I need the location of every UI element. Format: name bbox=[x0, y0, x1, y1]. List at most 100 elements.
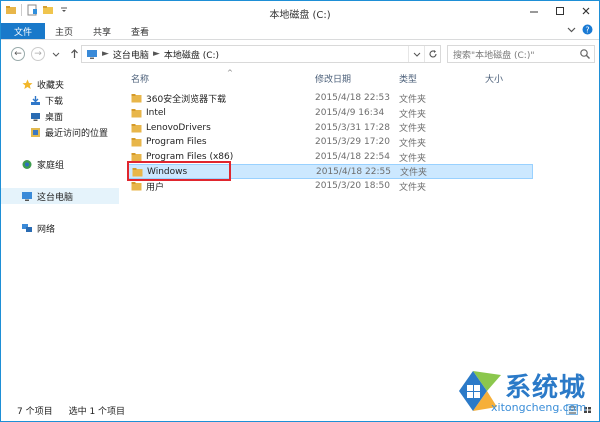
help-icon[interactable]: ? bbox=[582, 24, 593, 38]
navigation-pane: 收藏夹 下载 桌面 最近访问的位置 家庭组 这台电脑 网络 bbox=[1, 67, 119, 399]
minimize-button[interactable] bbox=[521, 1, 547, 21]
chevron-down-icon bbox=[413, 52, 420, 57]
computer-icon bbox=[87, 49, 97, 59]
column-header-type[interactable]: 类型 bbox=[399, 70, 417, 86]
file-type: 文件夹 bbox=[399, 124, 427, 135]
watermark-url: xitongcheng.com bbox=[491, 401, 587, 414]
forward-button[interactable]: → bbox=[29, 45, 47, 63]
folder-icon bbox=[131, 109, 142, 118]
nav-favorites[interactable]: 收藏夹 bbox=[1, 76, 119, 92]
column-header-date[interactable]: 修改日期 bbox=[315, 70, 351, 86]
back-button[interactable]: ← bbox=[9, 45, 27, 63]
homegroup-icon bbox=[21, 158, 33, 170]
table-row[interactable]: LenovoDrivers 2015/3/31 17:28 文件夹 bbox=[127, 120, 597, 135]
file-name: Intel bbox=[146, 108, 166, 119]
file-type: 文件夹 bbox=[399, 182, 427, 193]
file-name: 360安全浏览器下载 bbox=[146, 94, 227, 105]
column-header-name[interactable]: 名称 ^ bbox=[131, 69, 233, 86]
nav-homegroup[interactable]: 家庭组 bbox=[1, 156, 119, 172]
recent-locations-button[interactable] bbox=[47, 45, 65, 63]
nav-recent-places[interactable]: 最近访问的位置 bbox=[1, 124, 119, 140]
ribbon-tabs: 文件 主页 共享 查看 ? bbox=[1, 23, 599, 40]
file-date: 2015/3/20 18:50 bbox=[315, 181, 390, 192]
file-date: 2015/4/18 22:55 bbox=[316, 166, 391, 177]
breadcrumb-this-pc[interactable]: 这台电脑 bbox=[113, 48, 149, 61]
item-count: 7 个项目 bbox=[17, 406, 53, 417]
column-header-size[interactable]: 大小 bbox=[485, 70, 503, 86]
file-name-cell: Intel bbox=[131, 108, 166, 118]
address-controls bbox=[408, 46, 440, 62]
sort-ascending-icon: ^ bbox=[227, 69, 233, 77]
explorer-window: 本地磁盘 (C:) 文件 主页 共享 查看 ? ← → ► 这台电脑 ► 本地磁… bbox=[0, 0, 600, 422]
file-name-cell: LenovoDrivers bbox=[131, 123, 211, 133]
nav-downloads[interactable]: 下载 bbox=[1, 92, 119, 108]
forward-arrow-icon: → bbox=[31, 47, 45, 61]
site-watermark: 系统城 xitongcheng.com bbox=[447, 363, 599, 421]
search-box[interactable]: 搜索"本地磁盘 (C:)" bbox=[447, 45, 595, 63]
address-bar[interactable]: ► 这台电脑 ► 本地磁盘 (C:) bbox=[81, 45, 441, 63]
file-date: 2015/4/18 22:53 bbox=[315, 93, 390, 104]
highlight-box bbox=[127, 161, 231, 181]
file-type: 文件夹 bbox=[399, 138, 427, 149]
table-row[interactable]: Intel 2015/4/9 16:34 文件夹 bbox=[127, 106, 597, 121]
refresh-button[interactable] bbox=[424, 46, 440, 62]
watermark-title: 系统城 bbox=[505, 373, 587, 403]
computer-icon bbox=[21, 190, 33, 202]
file-type: 文件夹 bbox=[399, 109, 427, 120]
file-date: 2015/3/31 17:28 bbox=[315, 122, 390, 133]
selection-count: 选中 1 个项目 bbox=[68, 406, 126, 417]
breadcrumb-separator-icon: ► bbox=[102, 49, 109, 59]
file-date: 2015/4/9 16:34 bbox=[315, 108, 385, 119]
folder-icon bbox=[131, 182, 142, 191]
file-date: 2015/4/18 22:54 bbox=[315, 152, 390, 163]
back-arrow-icon: ← bbox=[11, 47, 25, 61]
tab-share[interactable]: 共享 bbox=[83, 23, 121, 39]
ribbon-right-controls: ? bbox=[567, 23, 599, 39]
table-row[interactable]: Program Files 2015/3/29 17:20 文件夹 bbox=[127, 135, 597, 150]
folder-icon bbox=[131, 123, 142, 133]
chevron-down-icon bbox=[52, 52, 60, 57]
file-name: Program Files bbox=[146, 137, 207, 148]
tab-home[interactable]: 主页 bbox=[45, 23, 83, 39]
navigation-bar: ← → ► 这台电脑 ► 本地磁盘 (C:) 搜索"本地磁盘 (C:)" bbox=[1, 41, 599, 67]
folder-icon bbox=[131, 94, 142, 103]
file-name: LenovoDrivers bbox=[146, 122, 211, 133]
up-arrow-icon bbox=[70, 49, 78, 58]
file-list: 名称 ^ 修改日期 类型 大小 360安全浏览器下载 2015/4/18 22:5… bbox=[119, 67, 599, 399]
network-icon bbox=[21, 222, 33, 234]
file-type: 文件夹 bbox=[399, 94, 427, 105]
breadcrumb-separator-icon: ► bbox=[152, 49, 160, 59]
network-group: 网络 bbox=[1, 220, 119, 236]
file-name: 用户 bbox=[146, 182, 165, 193]
nav-this-pc[interactable]: 这台电脑 bbox=[1, 188, 119, 204]
window-title: 本地磁盘 (C:) bbox=[269, 10, 331, 21]
file-name-cell: 用户 bbox=[131, 180, 164, 193]
file-name-cell: Program Files bbox=[131, 137, 207, 147]
nav-desktop[interactable]: 桌面 bbox=[1, 108, 119, 124]
breadcrumb-local-disk[interactable]: 本地磁盘 (C:) bbox=[164, 48, 219, 61]
tab-file[interactable]: 文件 bbox=[1, 23, 45, 39]
window-controls bbox=[521, 1, 599, 21]
file-type: 文件夹 bbox=[399, 153, 427, 164]
search-input[interactable]: 搜索"本地磁盘 (C:)" bbox=[453, 48, 534, 61]
search-icon bbox=[580, 49, 590, 59]
thispc-group: 这台电脑 bbox=[1, 188, 119, 204]
star-icon bbox=[21, 78, 33, 90]
table-row[interactable]: 360安全浏览器下载 2015/4/18 22:53 文件夹 bbox=[127, 91, 597, 106]
homegroup-group: 家庭组 bbox=[1, 156, 119, 172]
expand-ribbon-icon[interactable] bbox=[567, 25, 576, 37]
recent-places-icon bbox=[29, 126, 41, 138]
maximize-button[interactable] bbox=[547, 1, 573, 21]
download-icon bbox=[29, 94, 41, 106]
svg-text:?: ? bbox=[585, 25, 589, 34]
folder-icon bbox=[131, 138, 142, 147]
nav-network[interactable]: 网络 bbox=[1, 220, 119, 236]
table-row[interactable]: 用户 2015/3/20 18:50 文件夹 bbox=[127, 179, 597, 194]
title-bar: 本地磁盘 (C:) bbox=[1, 1, 599, 23]
desktop-icon bbox=[29, 110, 41, 122]
file-name-cell: 360安全浏览器下载 bbox=[131, 92, 226, 105]
favorites-group: 收藏夹 下载 桌面 最近访问的位置 bbox=[1, 76, 119, 140]
close-button[interactable] bbox=[573, 1, 599, 21]
tab-view[interactable]: 查看 bbox=[121, 23, 159, 39]
address-history-button[interactable] bbox=[408, 46, 424, 62]
